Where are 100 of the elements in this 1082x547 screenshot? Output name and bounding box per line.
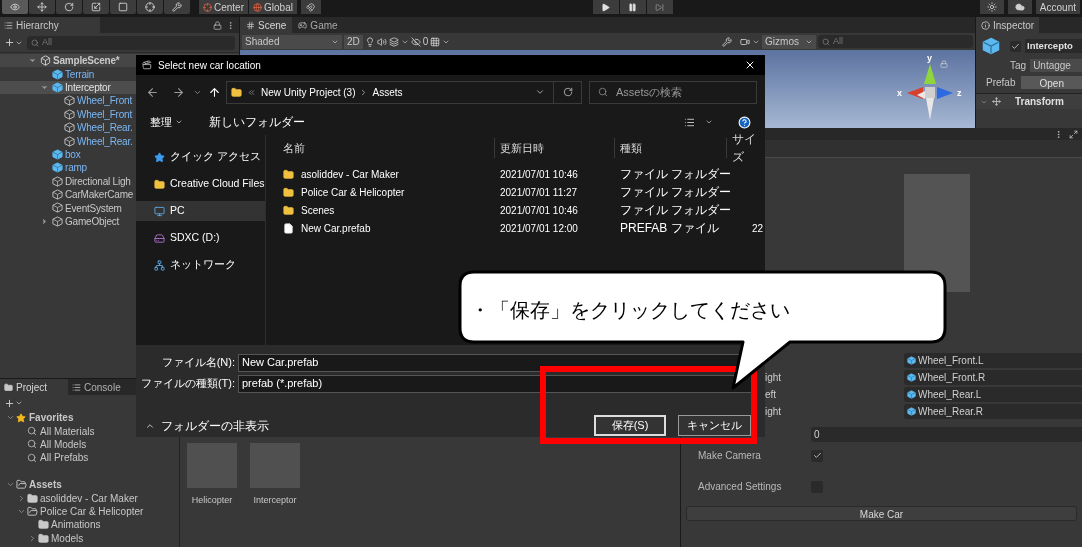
column-header[interactable]: 名前: [266, 138, 495, 158]
move-tool-button[interactable]: [29, 0, 55, 14]
file-size: 22: [750, 221, 764, 236]
view-icon[interactable]: [684, 116, 695, 128]
caret-icon[interactable]: [705, 118, 713, 126]
speaker-icon[interactable]: [376, 36, 387, 47]
forward-icon[interactable]: [172, 85, 185, 99]
hidden-eye-icon[interactable]: [410, 36, 421, 47]
rotate-icon: [64, 2, 74, 12]
maximize-icon[interactable]: [1069, 129, 1078, 139]
up-icon[interactable]: [208, 85, 221, 99]
nav-item[interactable]: PC: [136, 201, 265, 221]
scale-icon: [91, 2, 101, 12]
breadcrumb-item[interactable]: Assets: [372, 84, 403, 100]
address-bar[interactable]: New Unity Project (3) Assets: [226, 80, 582, 104]
play-button[interactable]: [592, 0, 619, 14]
nav-item[interactable]: ネットワーク: [136, 255, 265, 275]
tag-dropdown[interactable]: Untagge: [1030, 59, 1082, 72]
rect-tool-button[interactable]: [110, 0, 136, 14]
column-header[interactable]: 更新日時: [495, 138, 615, 158]
filetype-dropdown[interactable]: prefab (*.prefab): [238, 374, 752, 393]
gizmos-dropdown[interactable]: Gizmos: [762, 34, 816, 49]
file-row[interactable]: New Car.prefab 2021/07/01 12:00 PREFAB ファイル 22: [266, 219, 765, 237]
close-icon[interactable]: [744, 59, 756, 71]
caret-icon: [175, 118, 183, 126]
prefab-label: Prefab: [986, 76, 1016, 90]
network-icon: [154, 259, 165, 271]
asset-name[interactable]: Helicopter: [191, 494, 233, 508]
back-icon[interactable]: [146, 85, 159, 99]
project-tree-item[interactable]: Models: [0, 531, 179, 545]
pivot-toggle[interactable]: Center: [199, 0, 248, 14]
view-tool-button[interactable]: [2, 0, 28, 14]
project-tree-item[interactable]: Assets: [0, 477, 179, 492]
scene-tab[interactable]: Game: [292, 17, 344, 33]
object-field[interactable]: Wheel_Front.L: [904, 353, 1082, 368]
lighting-button[interactable]: [979, 0, 1004, 14]
number-field[interactable]: 0: [811, 427, 1082, 442]
account-button[interactable]: Account: [1035, 0, 1080, 14]
make-car-button[interactable]: Make Car: [686, 506, 1077, 521]
rotate-tool-button[interactable]: [56, 0, 82, 14]
field-label: ファイルの種類(T):: [139, 376, 236, 392]
column-header[interactable]: 種類: [615, 138, 727, 158]
caret-icon[interactable]: [15, 399, 23, 407]
object-field[interactable]: Wheel_Front.R: [904, 370, 1082, 385]
camera-icon[interactable]: [740, 36, 751, 47]
file-row[interactable]: asoliddev - Car Maker 2021/07/01 10:46 ファイル フォルダー: [266, 165, 765, 183]
hierarchy-item[interactable]: Wheel_Rear.: [0, 134, 239, 148]
file-row[interactable]: Scenes 2021/07/01 10:46 ファイル フォルダー: [266, 201, 765, 219]
cancel-button[interactable]: キャンセル: [678, 415, 751, 436]
project-tree-item[interactable]: asoliddev - Car Maker: [0, 491, 179, 505]
active-checkbox[interactable]: [1010, 40, 1021, 52]
project-tree-item[interactable]: All Prefabs: [0, 451, 179, 465]
inspector-tab[interactable]: Inspector: [976, 17, 1040, 33]
transform-tool-button[interactable]: [137, 0, 163, 14]
transform-icon: [145, 2, 155, 12]
scale-tool-button[interactable]: [83, 0, 109, 14]
prefab-cube-icon: [907, 390, 916, 399]
hierarchy-tab[interactable]: Hierarchy: [0, 17, 100, 33]
add-icon[interactable]: [4, 37, 15, 48]
2d-toggle[interactable]: 2D: [344, 34, 363, 49]
project-tree-item[interactable]: Animations: [0, 518, 179, 532]
more-icon[interactable]: [226, 20, 235, 30]
help-icon[interactable]: [738, 115, 751, 129]
space-toggle[interactable]: Global: [249, 0, 297, 14]
custom-tool-button[interactable]: [164, 0, 190, 14]
project-tab[interactable]: Project: [0, 379, 68, 395]
checkbox[interactable]: [811, 449, 823, 462]
save-button[interactable]: 保存(S): [594, 415, 666, 436]
file-name: Police Car & Helicopter: [301, 185, 405, 200]
folder-icon: [231, 86, 242, 98]
project-tab[interactable]: Console: [68, 379, 136, 395]
nav-item[interactable]: SDXC (D:): [136, 228, 265, 248]
add-icon[interactable]: [4, 397, 15, 409]
caret-icon[interactable]: [535, 87, 545, 97]
collapse-arrow-icon[interactable]: [40, 216, 49, 226]
asset-name[interactable]: Interceptor: [253, 494, 297, 508]
object-field[interactable]: Wheel_Rear.L: [904, 387, 1082, 402]
name-field[interactable]: Intercepto: [1025, 39, 1082, 53]
grid-icon[interactable]: [430, 36, 441, 47]
project-tree-item[interactable]: All Models: [0, 437, 179, 452]
snap-button[interactable]: [300, 0, 321, 14]
hide-folders-toggle[interactable]: フォルダーの非表示: [145, 416, 269, 435]
file-row[interactable]: Police Car & Helicopter 2021/07/01 11:27 ファイル フォルダー: [266, 183, 765, 201]
organize-menu[interactable]: 整理: [150, 113, 183, 131]
tools-icon[interactable]: [722, 36, 733, 47]
more-icon[interactable]: [1054, 129, 1063, 139]
object-field[interactable]: Wheel_Rear.R: [904, 404, 1082, 419]
pause-button[interactable]: [619, 0, 646, 14]
open-button[interactable]: Open: [1021, 76, 1082, 89]
lightbulb-icon[interactable]: [364, 36, 375, 47]
new-folder-button[interactable]: 新しいフォルダー: [209, 113, 305, 131]
breadcrumb-item[interactable]: New Unity Project (3): [261, 84, 356, 100]
refresh-icon[interactable]: [562, 87, 573, 97]
scene-tab[interactable]: Scene: [240, 17, 293, 33]
cloud-button[interactable]: [1007, 0, 1032, 14]
lock-icon[interactable]: [213, 20, 222, 30]
search-field[interactable]: Assetsの検索: [589, 80, 757, 104]
shading-dropdown[interactable]: Shaded: [242, 34, 342, 49]
project-tree-item[interactable]: Police Car & Helicopter: [0, 504, 179, 519]
layers-icon[interactable]: [388, 36, 399, 47]
